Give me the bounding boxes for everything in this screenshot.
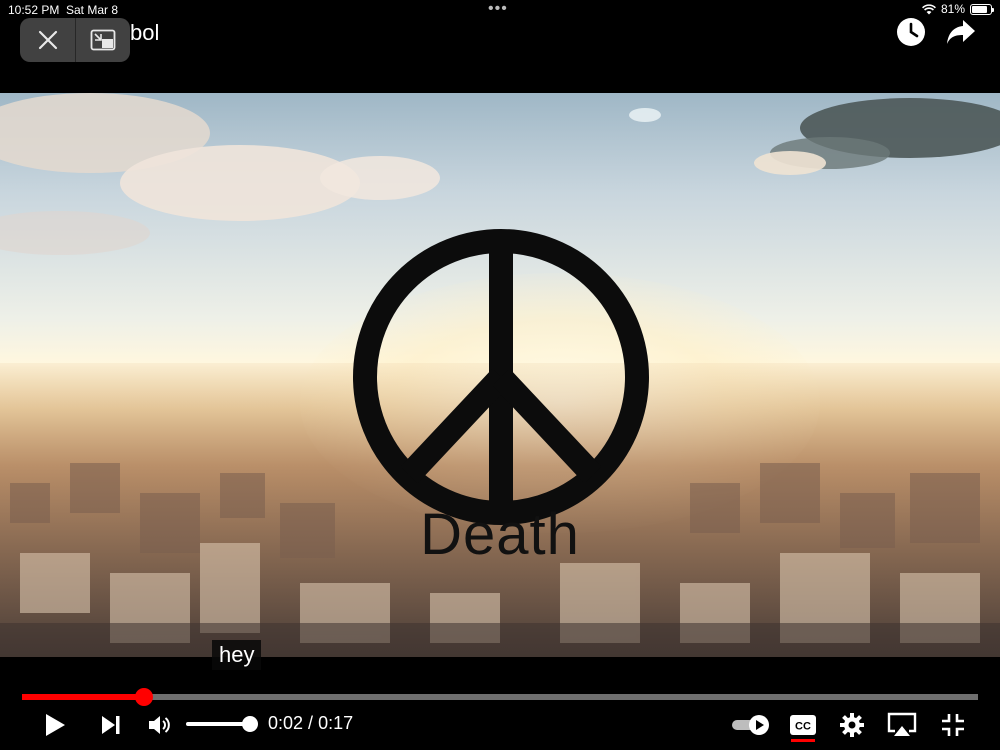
play-button[interactable] [40, 710, 70, 740]
battery-level [972, 5, 987, 13]
multitasking-dots-icon[interactable]: ••• [488, 0, 508, 18]
exit-fullscreen-icon [942, 714, 964, 736]
volume-slider[interactable] [186, 722, 250, 726]
seek-bar-scrubber[interactable] [134, 688, 153, 706]
video-title-text: bol [130, 20, 160, 45]
play-icon [46, 714, 65, 736]
mute-button[interactable] [146, 710, 174, 740]
status-date: Sat Mar 8 [66, 3, 119, 17]
video-overlay-text: Death [420, 502, 580, 567]
airplay-button[interactable] [886, 710, 918, 740]
airplay-icon [887, 712, 917, 736]
exit-fullscreen-button[interactable] [938, 710, 968, 740]
captions-button[interactable]: CC [789, 710, 817, 740]
autoplay-toggle[interactable] [730, 710, 772, 740]
status-bar: 10:52 PM Sat Mar 8 ••• 81% [0, 0, 1000, 20]
battery-icon [970, 3, 994, 15]
time-display: 0:02 / 0:17 [268, 713, 354, 733]
close-button[interactable] [20, 18, 75, 62]
pip-control [20, 18, 130, 62]
seek-bar[interactable] [22, 688, 978, 706]
picture-in-picture-icon [90, 29, 116, 51]
duration: 0:17 [318, 713, 354, 733]
watch-later-button[interactable] [896, 17, 926, 47]
share-arrow-icon [947, 20, 975, 44]
svg-text:CC: CC [795, 721, 811, 733]
battery-percent: 81% [940, 2, 965, 16]
share-button[interactable] [946, 17, 976, 47]
volume-icon [149, 716, 170, 734]
close-icon [38, 30, 57, 50]
peace-symbol-graphic [353, 229, 649, 525]
status-indicators: 81% [922, 2, 994, 16]
video-frame[interactable]: Death [0, 93, 1000, 657]
settings-button[interactable] [838, 710, 866, 740]
gear-icon [840, 713, 864, 737]
volume-slider-handle[interactable] [242, 716, 258, 732]
captions-active-indicator [791, 739, 815, 742]
status-time: 10:52 PM [8, 3, 60, 17]
autoplay-toggle-icon [732, 715, 769, 735]
exit-fullscreen-pip-button[interactable] [75, 18, 130, 62]
current-time: 0:02 [268, 713, 304, 733]
top-actions [896, 17, 976, 47]
next-button[interactable] [98, 710, 124, 740]
skip-next-icon [102, 716, 120, 734]
closed-captions-icon: CC [790, 715, 816, 735]
clock-icon [897, 18, 925, 46]
closed-caption-text: hey [212, 640, 262, 670]
wifi-icon [922, 3, 936, 14]
seek-bar-played [22, 694, 144, 700]
